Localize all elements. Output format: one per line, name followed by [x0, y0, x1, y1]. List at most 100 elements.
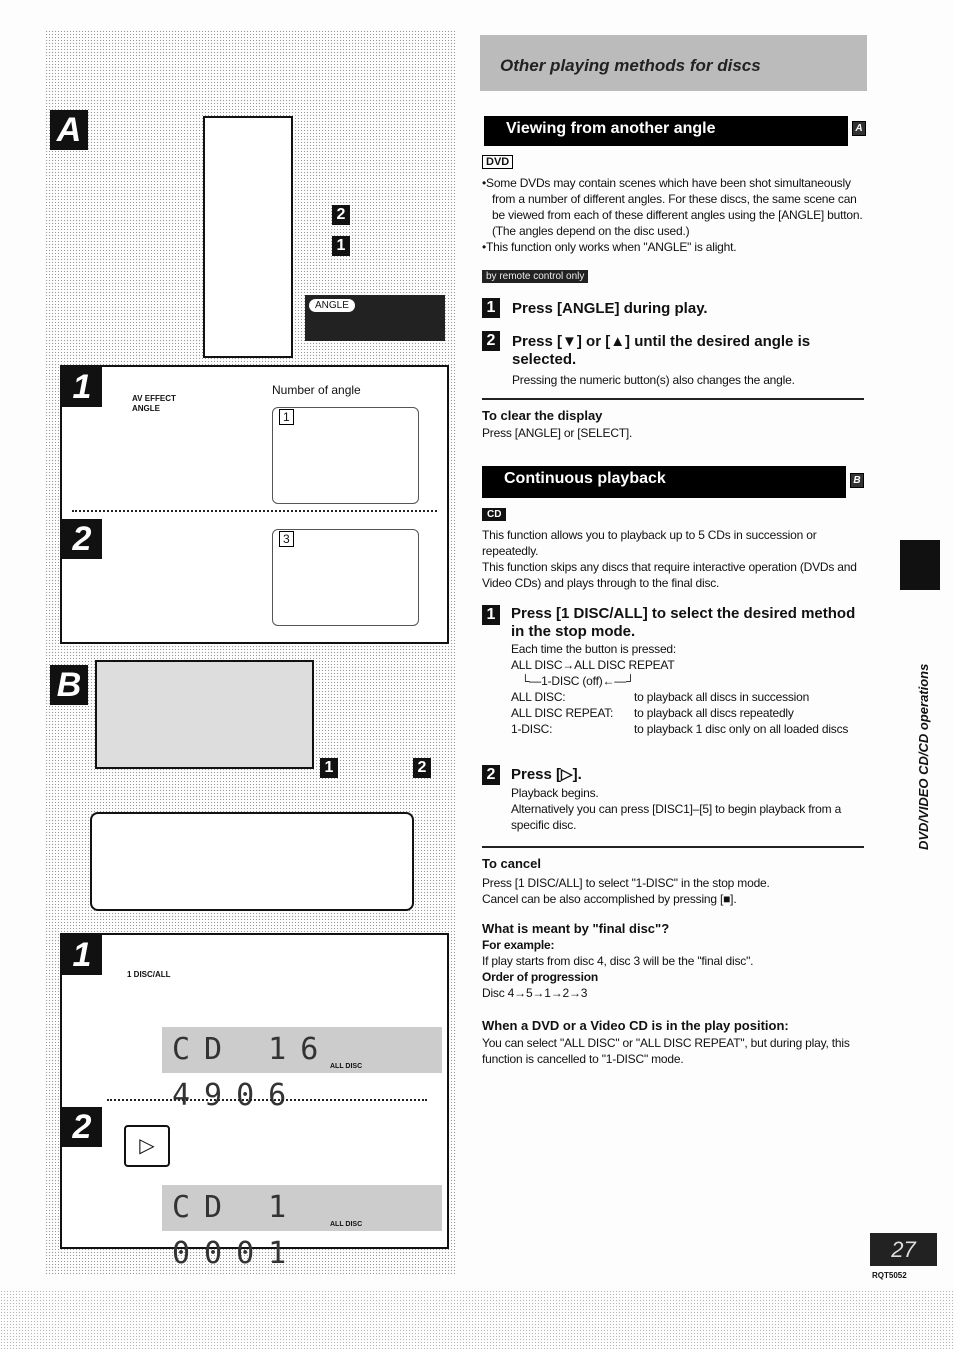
player-front-drawing: [90, 812, 414, 911]
play-button-drawing: ▷: [124, 1125, 170, 1167]
lcd-display-1: CD 16 4906: [162, 1027, 442, 1113]
angle-bullets: •Some DVDs may contain scenes which have…: [482, 175, 866, 255]
remote-control-drawing: [203, 116, 293, 358]
angle-badge: ANGLE: [309, 299, 355, 312]
step-number: 2: [482, 765, 500, 785]
step-text: Press [▼] or [▲] until the desired angle…: [512, 333, 811, 368]
example-text: If play starts from disc 4, disc 3 will …: [482, 954, 754, 968]
angle-1-screen: 1: [272, 407, 419, 504]
angle-step-2: 2: [482, 331, 500, 351]
divider: [482, 846, 864, 848]
step-text: Press [▷].: [511, 766, 582, 783]
final-disc-details: For example: If play starts from disc 4,…: [482, 937, 866, 1001]
step-text: Press [1 DISC/ALL] to select the desired…: [511, 605, 856, 640]
order-text: Disc 4→5→1→2→3: [482, 986, 588, 1000]
angle-number: 3: [279, 531, 294, 547]
remote-step-1: 1: [332, 236, 350, 256]
step-1-details: Each time the button is pressed: ALL DIS…: [511, 641, 867, 737]
cancel-line: Press [1 DISC/ALL] to select "1-DISC" in…: [482, 876, 770, 890]
angle-steps-panel: 1 AV EFFECT ANGLE Number of angle 1 2 3: [60, 365, 449, 644]
mode-row: 1-DISC: to playback 1 disc only on all lo…: [511, 721, 867, 737]
cd-tag: CD: [482, 508, 507, 521]
unit-step-2: 2: [413, 758, 431, 778]
bullet-item: •This function only works when "ANGLE" i…: [482, 240, 737, 254]
all-disc-indicator: ALL DISC: [330, 1063, 363, 1070]
continuous-steps-panel: 1 1 DISC/ALL CD 16 4906 ALL DISC 2 ▷ CD …: [60, 933, 449, 1271]
changer-drawing: [95, 660, 314, 769]
continuous-section-title: Continuous playback: [482, 466, 846, 498]
divider: [482, 398, 864, 400]
panel-step-2: 2: [62, 519, 102, 559]
section-letter-a: A: [852, 121, 866, 136]
cycle-line: └—1-DISC (off)←—┘: [521, 674, 635, 688]
mode-name: ALL DISC:: [511, 690, 566, 704]
bullet-item: •Some DVDs may contain scenes which have…: [482, 176, 863, 238]
step-number: 2: [482, 331, 500, 351]
step-note: Pressing the numeric button(s) also chan…: [512, 373, 795, 387]
mode-row: ALL DISC REPEAT: to playback all discs re…: [511, 705, 867, 721]
angle-callout: ANGLE: [305, 295, 445, 341]
manual-page: A 2 1 ANGLE 1 AV EFFECT ANGLE Number of …: [0, 0, 954, 1349]
page-number: 27: [870, 1233, 937, 1266]
step-text: Press [ANGLE] during play.: [512, 300, 708, 317]
section-a-label: A: [50, 110, 88, 150]
step-number: 1: [482, 298, 500, 318]
section-b-label: B: [50, 665, 88, 705]
all-disc-indicator: ALL DISC: [330, 1221, 363, 1228]
dvd-tag: DVD: [482, 155, 514, 169]
mode-row: ALL DISC: to playback all discs in succes…: [511, 689, 867, 705]
example-label: For example:: [482, 938, 555, 952]
side-tab: DVD/VIDEO CD/CD operations: [916, 600, 936, 850]
remote-step-2: 2: [332, 205, 350, 225]
order-label: Order of progression: [482, 970, 599, 984]
number-of-angle-label: Number of angle: [272, 383, 361, 397]
cycle-line: ALL DISC→ALL DISC REPEAT: [511, 658, 675, 672]
lcd-display-2: CD 1 0001: [162, 1185, 442, 1271]
step-number: 1: [482, 605, 500, 625]
bullet-text: This function only works when "ANGLE" is…: [486, 240, 737, 254]
angle-section-title: Viewing from another angle: [484, 116, 848, 146]
side-tab-block: [900, 540, 940, 590]
continuous-step-1: 1: [482, 605, 500, 625]
step-note: Each time the button is pressed:: [511, 642, 677, 656]
mode-name: 1-DISC:: [511, 722, 553, 736]
remote-only-tag: by remote control only: [482, 270, 589, 283]
lcd-text: CD 1 0001: [172, 1190, 301, 1271]
clear-text: Press [ANGLE] or [SELECT].: [482, 426, 633, 440]
unit-step-1: 1: [320, 758, 338, 778]
continuous-step-2: 2: [482, 765, 500, 785]
document-code: RQT5052: [872, 1271, 907, 1280]
cancel-title: To cancel: [482, 856, 542, 871]
cancel-text: Press [1 DISC/ALL] to select "1-DISC" in…: [482, 875, 770, 907]
panel-step-1: 1: [62, 935, 102, 975]
step-note: Playback begins.: [511, 786, 599, 800]
continuous-intro: This function allows you to playback up …: [482, 527, 866, 591]
clear-title: To clear the display: [482, 408, 603, 423]
angle-3-screen: 3: [272, 529, 419, 626]
intro-text: This function skips any discs that requi…: [482, 560, 857, 590]
angle-step-1: 1: [482, 298, 500, 318]
step-note: Alternatively you can press [DISC1]–[5] …: [511, 802, 842, 832]
section-letter-b: B: [850, 473, 864, 488]
disc-all-label: 1 DISC/ALL: [127, 970, 171, 979]
panel-step-2: 2: [62, 1107, 102, 1147]
dvd-play-title: When a DVD or a Video CD is in the play …: [482, 1018, 789, 1033]
step-2-details: Playback begins. Alternatively you can p…: [511, 785, 867, 833]
angle-number: 1: [279, 409, 294, 425]
panel-step-1: 1: [62, 367, 102, 407]
mode-desc: to playback all discs repeatedly: [634, 706, 794, 720]
bullet-text: Some DVDs may contain scenes which have …: [486, 176, 863, 238]
intro-text: This function allows you to playback up …: [482, 528, 817, 558]
page-title: Other playing methods for discs: [500, 56, 761, 75]
mode-desc: to playback all discs in succession: [634, 690, 810, 704]
mode-name: ALL DISC REPEAT:: [511, 706, 614, 720]
mode-desc: to playback 1 disc only on all loaded di…: [634, 722, 849, 736]
angle-label: ANGLE: [132, 404, 160, 413]
final-disc-title: What is meant by "final disc"?: [482, 921, 670, 936]
cancel-line: Cancel can be also accomplished by press…: [482, 892, 737, 906]
divider: [72, 510, 437, 512]
av-effect-label: AV EFFECT: [132, 394, 176, 403]
dvd-play-text: You can select "ALL DISC" or "ALL DISC R…: [482, 1036, 850, 1066]
scan-edge: [0, 1290, 954, 1349]
side-tab-label: DVD/VIDEO CD/CD operations: [916, 663, 931, 850]
